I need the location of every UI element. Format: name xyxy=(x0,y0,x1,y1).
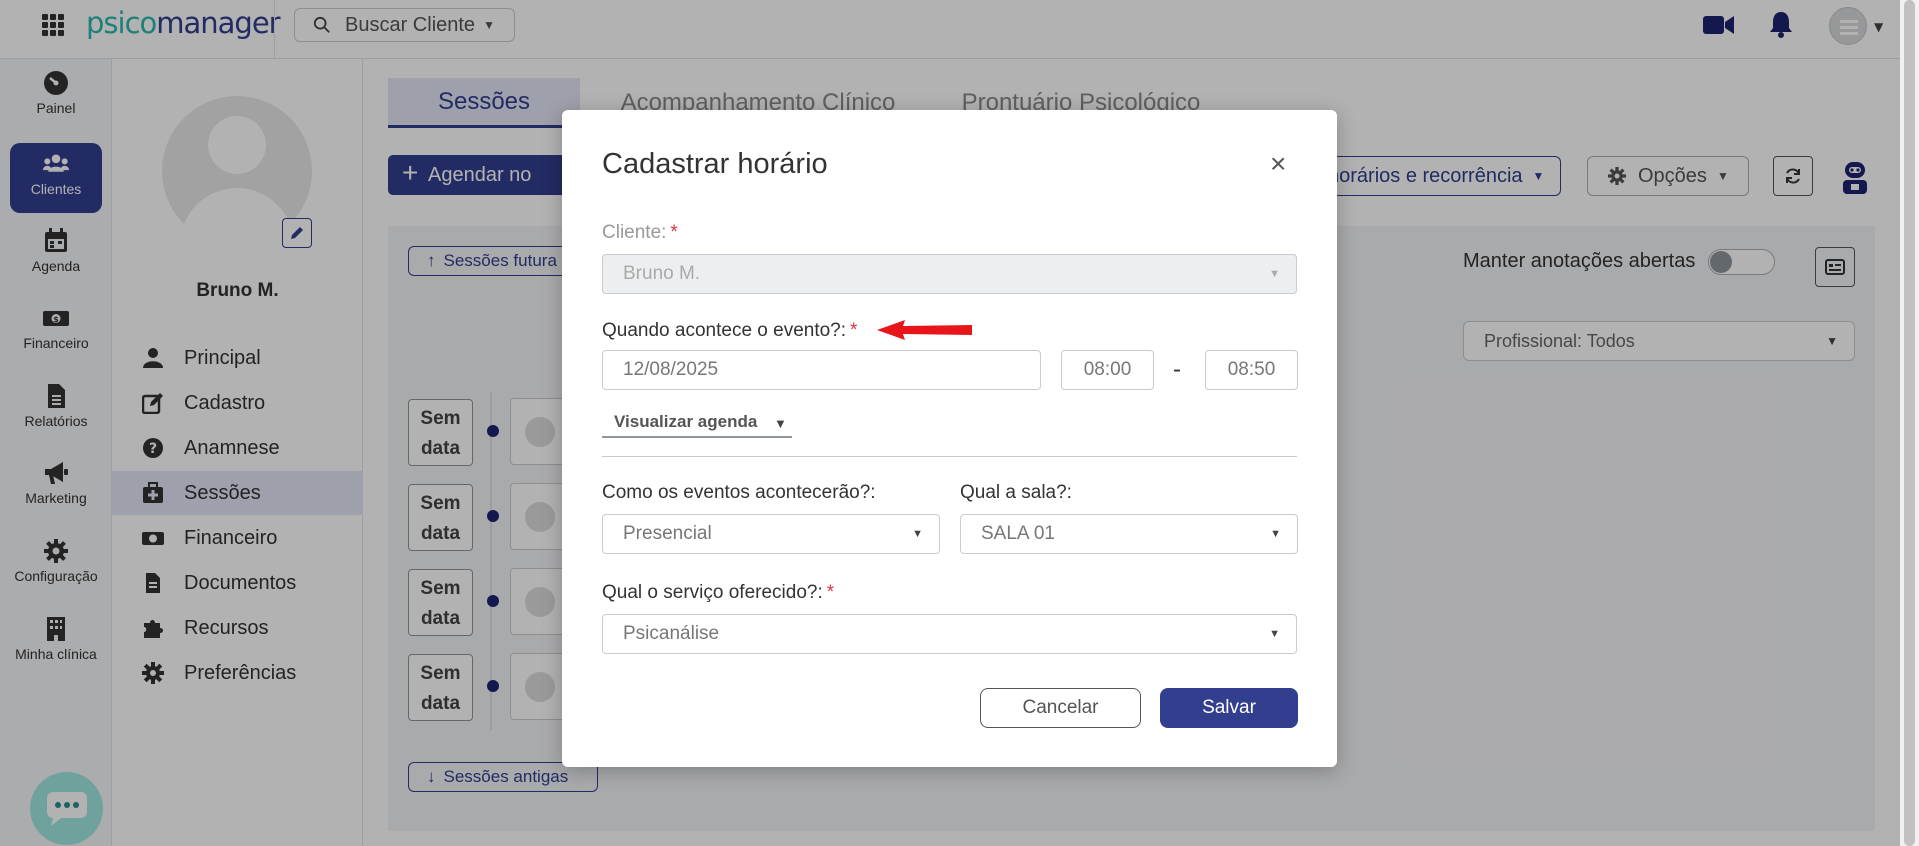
chevron-down-icon: ▼ xyxy=(1269,628,1280,640)
red-arrow-annotation-icon xyxy=(877,320,972,340)
cancel-button[interactable]: Cancelar xyxy=(980,688,1141,728)
divider xyxy=(602,456,1297,457)
room-select[interactable]: SALA 01 ▼ xyxy=(960,514,1298,554)
service-label: Qual o serviço oferecido?: * xyxy=(602,582,834,604)
modal-title: Cadastrar horário xyxy=(602,148,828,180)
chevron-down-icon: ▼ xyxy=(1269,268,1280,280)
event-mode-select[interactable]: Presencial ▼ xyxy=(602,514,940,554)
select-value: SALA 01 xyxy=(981,523,1055,544)
toggle-label: Visualizar agenda xyxy=(614,412,758,431)
label-text: Qual o serviço oferecido?: xyxy=(602,582,823,603)
caret-down-icon: ▼ xyxy=(774,416,787,431)
client-select: Bruno M. ▼ xyxy=(602,254,1297,294)
room-label: Qual a sala?: xyxy=(960,482,1072,503)
client-field-label: Cliente: * xyxy=(602,222,678,244)
page-scrollbar[interactable] xyxy=(1900,0,1919,846)
close-icon[interactable]: × xyxy=(1270,150,1286,178)
start-time-input[interactable]: 08:00 xyxy=(1061,350,1154,390)
view-agenda-toggle[interactable]: Visualizar agenda ▼ xyxy=(602,412,792,438)
save-button[interactable]: Salvar xyxy=(1160,688,1298,728)
select-value: Presencial xyxy=(623,523,712,544)
select-value: Bruno M. xyxy=(623,263,701,284)
required-mark: * xyxy=(670,222,678,243)
required-mark: * xyxy=(826,582,835,603)
time-separator: - xyxy=(1173,356,1181,383)
chevron-down-icon: ▼ xyxy=(1270,528,1281,540)
select-value: Psicanálise xyxy=(623,623,720,644)
chevron-down-icon: ▼ xyxy=(912,528,923,540)
when-field-label: Quando acontece o evento?: * xyxy=(602,320,857,342)
required-mark: * xyxy=(850,320,858,341)
service-select[interactable]: Psicanálise ▼ xyxy=(602,614,1297,654)
date-input[interactable]: 12/08/2025 xyxy=(602,350,1041,390)
label-text: Cliente: xyxy=(602,222,667,243)
label-text: Quando acontece o evento?: xyxy=(602,320,847,341)
event-mode-label: Como os eventos acontecerão?: xyxy=(602,482,876,503)
end-time-input[interactable]: 08:50 xyxy=(1205,350,1298,390)
schedule-modal: Cadastrar horário × Cliente: * Bruno M. ▼ … xyxy=(562,110,1337,767)
